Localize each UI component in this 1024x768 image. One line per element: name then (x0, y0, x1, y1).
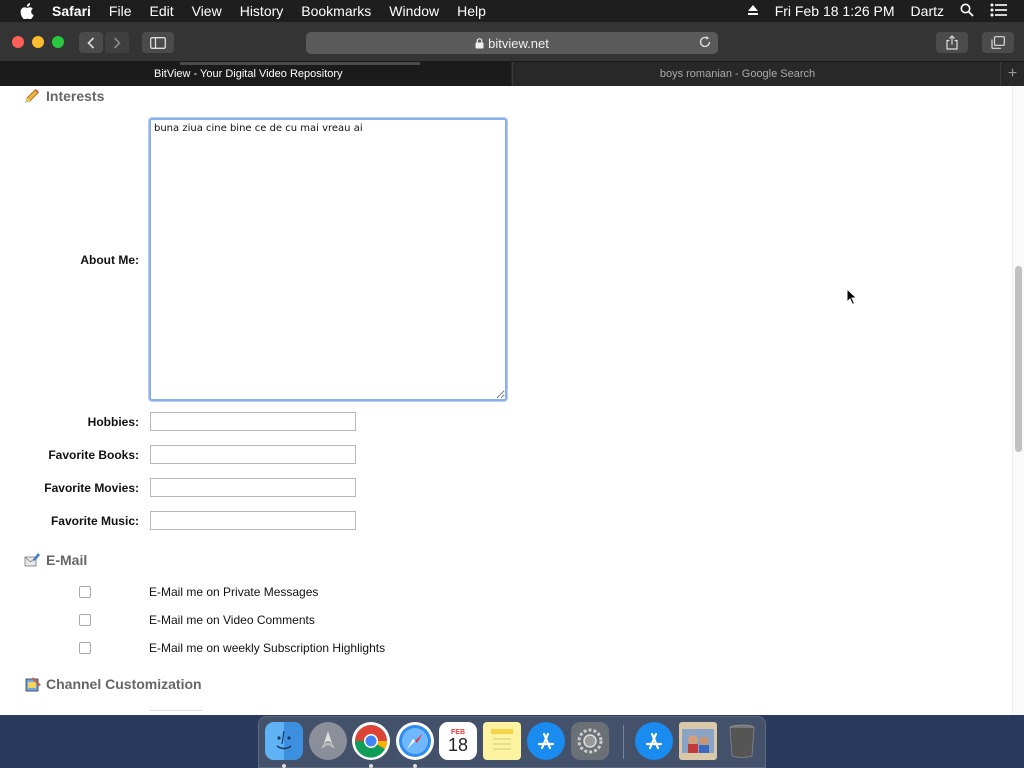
menu-bookmarks[interactable]: Bookmarks (301, 3, 371, 19)
back-button[interactable] (79, 32, 103, 53)
menu-bar: Safari File Edit View History Bookmarks … (0, 0, 1024, 22)
paint-palette-icon (24, 676, 42, 692)
app-store-icon[interactable] (527, 722, 565, 760)
menubar-clock[interactable]: Fri Feb 18 1:26 PM (775, 3, 895, 19)
favorite-books-label: Favorite Books: (48, 448, 139, 462)
browser-toolbar: bitview.net (0, 22, 1024, 62)
photo-icon[interactable] (679, 722, 717, 760)
channel-customization-heading-text: Channel Customization (46, 676, 202, 692)
dock-separator (623, 725, 624, 759)
favorite-movies-label: Favorite Movies: (44, 481, 139, 495)
mouse-cursor-icon (846, 287, 858, 311)
finder-icon[interactable] (265, 722, 303, 760)
system-preferences-icon[interactable] (571, 722, 609, 760)
share-button[interactable] (936, 32, 968, 53)
scrollbar-thumb[interactable] (1015, 266, 1022, 452)
chrome-running-indicator (369, 764, 373, 768)
forward-button[interactable] (105, 32, 129, 53)
hobbies-label: Hobbies: (87, 415, 139, 429)
favorite-books-input[interactable] (150, 445, 356, 464)
dock: FEB 18 (258, 716, 766, 768)
tab-bar: BitView - Your Digital Video Repository … (0, 62, 1024, 86)
about-me-textarea[interactable] (149, 118, 507, 401)
interests-heading-text: Interests (46, 88, 105, 104)
menu-edit[interactable]: Edit (149, 3, 173, 19)
lock-icon (475, 37, 484, 49)
tab-google-search[interactable]: boys romanian - Google Search (512, 62, 962, 86)
menubar-user[interactable]: Dartz (911, 3, 944, 19)
menu-help[interactable]: Help (457, 3, 486, 19)
email-video-comments-checkbox[interactable] (79, 614, 91, 626)
email-subscription-highlights-label: E-Mail me on weekly Subscription Highlig… (149, 641, 386, 655)
partial-element (150, 710, 202, 714)
chevron-left-icon (87, 36, 95, 49)
menu-view[interactable]: View (192, 3, 222, 19)
safari-running-indicator (413, 764, 417, 768)
address-bar[interactable]: bitview.net (306, 32, 718, 54)
vertical-scrollbar[interactable] (1012, 86, 1024, 715)
launchpad-icon[interactable] (309, 722, 347, 760)
email-video-comments-label: E-Mail me on Video Comments (149, 613, 315, 627)
safari-icon[interactable] (396, 722, 434, 760)
email-private-messages-label: E-Mail me on Private Messages (149, 585, 319, 599)
email-subscription-highlights-checkbox[interactable] (79, 642, 91, 654)
chevron-right-icon (113, 36, 121, 49)
new-tab-button[interactable]: + (1000, 62, 1024, 86)
chrome-icon[interactable] (352, 722, 390, 760)
channel-customization-section-heading: Channel Customization (24, 676, 202, 692)
sidebar-toggle-button[interactable] (142, 32, 174, 53)
fullscreen-window-button[interactable] (52, 36, 64, 48)
share-icon (946, 35, 958, 50)
notes-icon[interactable] (483, 722, 521, 760)
menu-app-name[interactable]: Safari (52, 3, 91, 19)
app-store-downloads-icon[interactable] (635, 722, 673, 760)
email-heading-text: E-Mail (46, 552, 88, 568)
sidebar-icon (150, 36, 166, 49)
tab-bitview-title: BitView - Your Digital Video Repository (154, 68, 343, 80)
apple-menu-icon[interactable] (20, 3, 38, 19)
notification-center-icon[interactable] (990, 3, 1008, 20)
tab-drag-indicator (180, 62, 420, 65)
email-edit-icon (24, 552, 42, 568)
show-tabs-button[interactable] (982, 32, 1014, 53)
hobbies-input[interactable] (150, 412, 356, 431)
url-text: bitview.net (488, 35, 549, 51)
calendar-icon[interactable]: FEB 18 (439, 722, 477, 760)
favorite-music-input[interactable] (150, 511, 356, 530)
menu-window[interactable]: Window (389, 3, 439, 19)
email-section-heading: E-Mail (24, 552, 87, 568)
favorite-movies-input[interactable] (150, 478, 356, 497)
spotlight-search-icon[interactable] (960, 3, 974, 20)
page-content: Interests About Me: Hobbies: Favorite Bo… (0, 86, 1024, 715)
favorite-music-label: Favorite Music: (50, 514, 139, 528)
minimize-window-button[interactable] (32, 36, 44, 48)
reload-icon[interactable] (698, 35, 712, 52)
about-me-label: About Me: (80, 253, 139, 267)
pencil-icon (24, 88, 42, 104)
trash-icon[interactable] (723, 722, 761, 760)
interests-section-heading: Interests (24, 88, 104, 104)
tab-google-search-title: boys romanian - Google Search (659, 68, 816, 80)
close-window-button[interactable] (12, 36, 24, 48)
tabs-overview-icon (991, 36, 1005, 49)
finder-running-indicator (282, 764, 286, 768)
eject-icon[interactable] (747, 3, 759, 19)
menu-history[interactable]: History (240, 3, 284, 19)
menu-file[interactable]: File (109, 3, 132, 19)
tab-bitview[interactable]: BitView - Your Digital Video Repository (0, 62, 511, 86)
calendar-day: 18 (447, 734, 469, 755)
email-private-messages-checkbox[interactable] (79, 586, 91, 598)
